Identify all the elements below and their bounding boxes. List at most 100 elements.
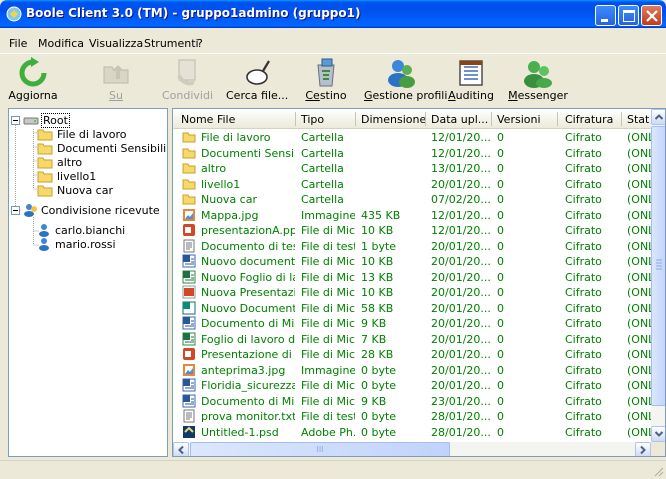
title-bar[interactable]: Boole Client 3.0 (TM) - gruppo1admino (g…: [0, 0, 666, 28]
column-divider[interactable]: [557, 112, 558, 126]
minimize-button[interactable]: [595, 5, 616, 26]
search-files-button[interactable]: Cerca file...: [226, 55, 288, 105]
column-divider[interactable]: [355, 112, 356, 126]
cell-name: Mappa.jpg: [201, 208, 259, 222]
horizontal-scrollbar[interactable]: III: [173, 442, 651, 456]
auditing-button[interactable]: Auditing: [448, 55, 494, 105]
collapse-icon[interactable]: [11, 116, 20, 125]
table-row[interactable]: Nuovo Document... File di Mic... 58 KB 20/0…: [173, 301, 651, 316]
messenger-button[interactable]: Messenger: [508, 55, 568, 105]
col-header-date[interactable]: Data upl...: [431, 113, 488, 126]
col-header-versions[interactable]: Versioni: [497, 113, 541, 126]
cell-name: Nuova Presentazi...: [201, 286, 295, 299]
tree-user-label: carlo.bianchi: [55, 224, 126, 237]
menu-visualizza[interactable]: Visualizza: [89, 37, 143, 50]
menu-strumenti[interactable]: Strumenti: [144, 37, 199, 50]
cell-name: Untitled-1.psd: [201, 425, 279, 439]
table-row[interactable]: anteprima3.jpg Immagine 0 byte 20/01/20... 0…: [173, 363, 651, 378]
table-row[interactable]: presentazionA.pptx File di Mic... 10 KB 12/…: [173, 223, 651, 238]
table-row[interactable]: Foglio di lavoro di ... File di Mic... 7 K…: [173, 332, 651, 347]
table-row[interactable]: Documento di Mic... File di Mic... 9 KB 23/…: [173, 394, 651, 409]
cell-versions: 0: [497, 286, 504, 299]
recycle-bin-button[interactable]: Cestino: [304, 55, 348, 105]
col-header-size[interactable]: Dimensione: [361, 113, 426, 126]
tree-folder-label: altro: [57, 156, 83, 169]
table-row[interactable]: Floridia_sicurezza.... File di Mic... 0 by…: [173, 378, 651, 393]
cell-encryption: Cifrato: [565, 286, 602, 299]
vertical-scrollbar[interactable]: [651, 109, 665, 442]
menu-file[interactable]: File: [9, 37, 27, 50]
column-divider[interactable]: [425, 112, 426, 126]
table-row[interactable]: Nuova Presentazi... File di Mic... 10 KB 20…: [173, 285, 651, 300]
maximize-button[interactable]: [618, 5, 639, 26]
table-row[interactable]: Presentazione di ... File di Mic... 28 KB 2…: [173, 347, 651, 362]
table-row[interactable]: altro Cartella 13/01/20... 0 Cifrato (ONL: [173, 161, 651, 176]
col-header-type[interactable]: Tipo: [301, 113, 324, 126]
cell-date: 12/01/20...: [431, 224, 491, 237]
tree-user-label: mario.rossi: [55, 238, 116, 251]
cell-name: Floridia_sicurezza....: [201, 379, 295, 392]
column-divider[interactable]: [295, 112, 296, 126]
cell-versions: 0: [497, 363, 504, 377]
folder-tree[interactable]: Root File di lavoro Documenti Sensibili …: [8, 108, 168, 457]
cell-size: 10 KB: [361, 286, 394, 299]
table-row[interactable]: Nuovo document... File di Mic... 10 KB 20/0…: [173, 254, 651, 269]
table-row[interactable]: Mappa.jpg Immagine 435 KB 12/01/20... 0 Cifra…: [173, 208, 651, 223]
table-row[interactable]: File di lavoro Cartella 12/01/20... 0 Cifrat…: [173, 130, 651, 145]
cell-encryption: Cifrato: [565, 317, 602, 330]
table-row[interactable]: livello1 Cartella 20/01/20... 0 Cifrato (ONL: [173, 177, 651, 192]
cell-encryption: Cifrato: [565, 162, 602, 175]
maximize-icon: [623, 10, 635, 22]
powerpoint-file-icon: [183, 224, 195, 236]
vertical-scroll-thumb[interactable]: [651, 126, 665, 406]
cell-status: (ONL: [627, 425, 651, 439]
col-header-name[interactable]: Nome File: [181, 113, 235, 126]
column-divider[interactable]: [621, 112, 622, 126]
cell-status: (ONL: [627, 162, 651, 175]
menu-help[interactable]: ?: [197, 37, 203, 50]
cell-encryption: Cifrato: [565, 348, 602, 361]
file-list[interactable]: Nome File Tipo Dimensione Data upl... Ve…: [172, 108, 666, 457]
cell-date: 07/02/20...: [431, 193, 491, 206]
resize-grip-icon[interactable]: [652, 465, 664, 477]
share-button[interactable]: Condividi: [162, 55, 213, 105]
table-row[interactable]: Nuovo Foglio di la... File di Mic... 13 KB…: [173, 270, 651, 285]
cell-versions: 0: [497, 301, 504, 315]
table-row[interactable]: Documenti Sensibili Cartella 12/01/20... 0 C…: [173, 146, 651, 161]
table-row[interactable]: prova monitor.txt File di testo 0 byte 28/0…: [173, 409, 651, 424]
scroll-left-button[interactable]: [173, 442, 189, 456]
scroll-right-button[interactable]: [635, 442, 651, 456]
cell-name: Nuova car: [201, 193, 257, 206]
cell-status: (ONL: [627, 363, 651, 377]
cell-type: Cartella: [301, 177, 344, 191]
up-button[interactable]: Su: [96, 55, 136, 105]
powerpoint-file-icon: [182, 285, 196, 299]
table-row[interactable]: Nuova car Cartella 07/02/20... 0 Cifrato (ONL: [173, 192, 651, 207]
cell-date: 28/01/20...: [431, 425, 491, 439]
table-row[interactable]: Documento di test... File di testo 1 byte 2…: [173, 239, 651, 254]
profiles-label: Gestione profili: [364, 89, 448, 102]
shared-users-icon: [24, 204, 37, 217]
profiles-button[interactable]: Gestione profili: [364, 55, 448, 105]
cell-type: File di Mic...: [301, 394, 355, 408]
column-divider[interactable]: [491, 112, 492, 126]
table-row[interactable]: Documento di Mic... File di Mic... 9 KB 20/…: [173, 316, 651, 331]
refresh-button[interactable]: Aggiorna: [8, 55, 58, 105]
scroll-up-button[interactable]: [651, 109, 665, 125]
col-header-status[interactable]: Stat: [627, 113, 649, 126]
cell-encryption: Cifrato: [565, 193, 602, 206]
minimize-icon: [601, 19, 608, 22]
list-header: Nome File Tipo Dimensione Data upl... Ve…: [173, 109, 665, 129]
table-row[interactable]: Untitled-1.psd Adobe Ph... 0 byte 28/01/20.…: [173, 425, 651, 440]
horizontal-scroll-thumb[interactable]: III: [190, 442, 450, 456]
menu-modifica[interactable]: Modifica: [38, 37, 84, 50]
refresh-icon: [19, 57, 47, 87]
word-file-icon: [182, 378, 196, 392]
cell-size: 0 byte: [361, 363, 397, 377]
col-header-encryption[interactable]: Cifratura: [565, 113, 613, 126]
collapse-icon[interactable]: [11, 206, 20, 215]
close-button[interactable]: [641, 5, 662, 26]
scroll-down-button[interactable]: [651, 426, 665, 442]
cell-versions: 0: [497, 317, 504, 330]
cell-type: File di Mic...: [301, 270, 355, 284]
